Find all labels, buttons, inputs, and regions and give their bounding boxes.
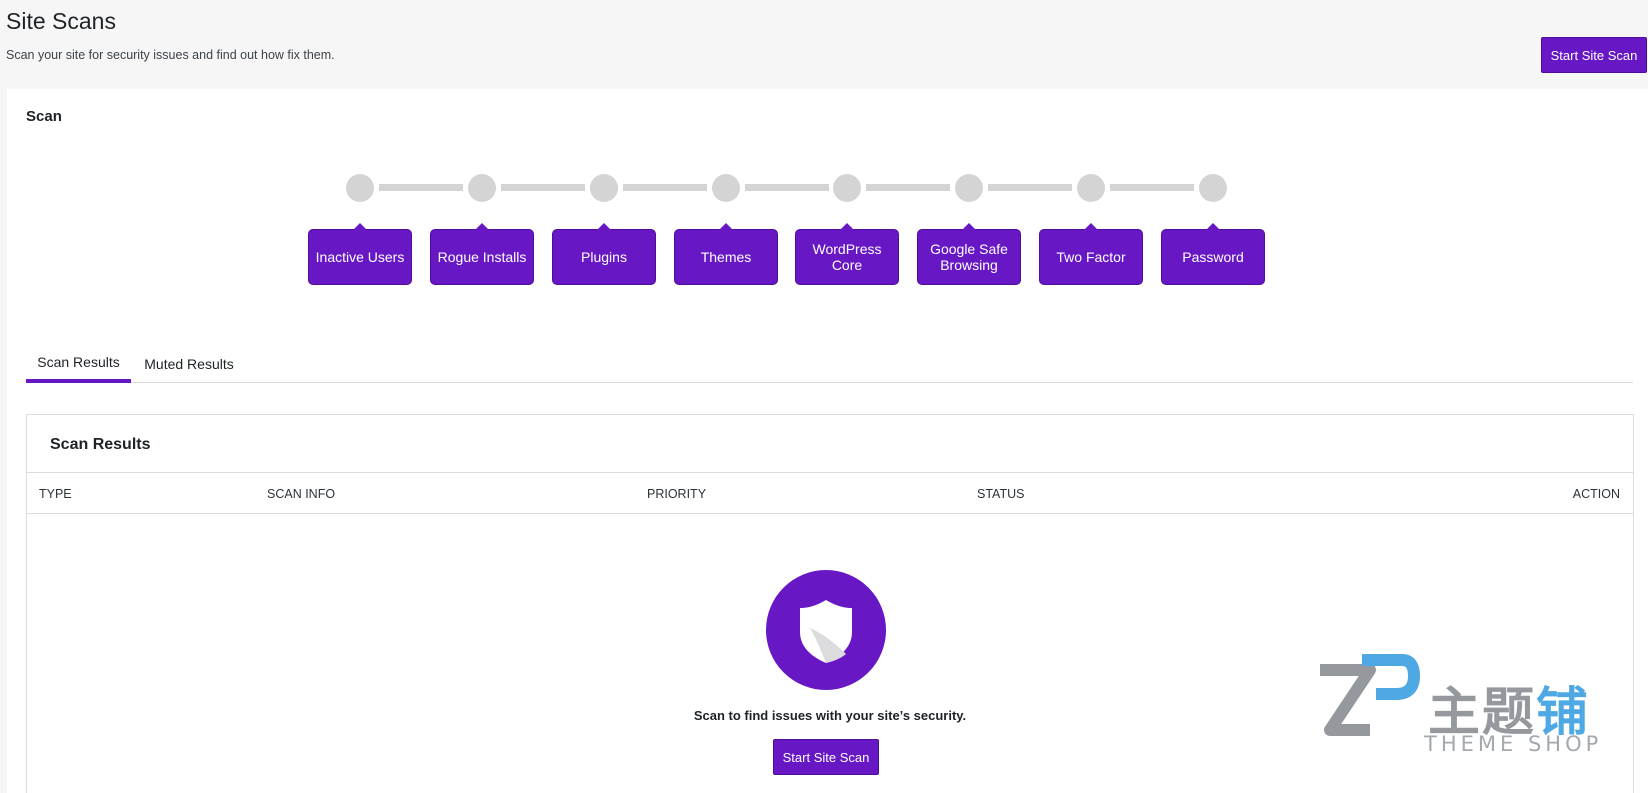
- column-type: TYPE: [39, 487, 72, 501]
- step-connector: [1110, 184, 1194, 191]
- step-two-factor[interactable]: Two Factor: [1039, 223, 1143, 285]
- step-circle-inactive-users: [346, 174, 374, 202]
- results-table-header: TYPE SCAN INFO PRIORITY STATUS ACTION: [27, 472, 1633, 514]
- results-tabs: Scan Results Muted Results: [26, 344, 1633, 383]
- step-connector: [866, 184, 950, 191]
- step-connector: [988, 184, 1072, 191]
- step-circle-google-safe-browsing: [955, 174, 983, 202]
- step-circle-plugins: [590, 174, 618, 202]
- column-status: STATUS: [977, 487, 1025, 501]
- page-subtitle: Scan your site for security issues and f…: [6, 48, 335, 62]
- theme-shop-watermark: 主题铺 THEME SHOP: [1310, 650, 1620, 765]
- watermark-sub-text: THEME SHOP: [1424, 732, 1603, 756]
- watermark-logo-icon: [1320, 654, 1420, 736]
- step-circle-two-factor: [1077, 174, 1105, 202]
- step-rogue-installs[interactable]: Rogue Installs: [430, 223, 534, 285]
- step-google-safe-browsing[interactable]: Google Safe Browsing: [917, 223, 1021, 285]
- column-priority: PRIORITY: [647, 487, 707, 501]
- start-site-scan-button[interactable]: Start Site Scan: [1541, 37, 1647, 73]
- step-connector: [623, 184, 707, 191]
- column-scan-info: SCAN INFO: [267, 487, 336, 501]
- step-wordpress-core[interactable]: WordPress Core: [795, 223, 899, 285]
- page-title: Site Scans: [6, 8, 116, 34]
- step-circle-wordpress-core: [833, 174, 861, 202]
- start-site-scan-button-empty[interactable]: Start Site Scan: [773, 739, 879, 775]
- column-action: ACTION: [1572, 487, 1620, 501]
- step-connector: [379, 184, 463, 191]
- step-connector: [745, 184, 829, 191]
- shield-icon: [766, 570, 886, 690]
- step-connector: [501, 184, 585, 191]
- step-password[interactable]: Password: [1161, 223, 1265, 285]
- scan-results-title: Scan Results: [50, 436, 151, 453]
- step-themes[interactable]: Themes: [674, 223, 778, 285]
- step-circle-password: [1199, 174, 1227, 202]
- step-inactive-users[interactable]: Inactive Users: [308, 223, 412, 285]
- page-header: Site Scans Scan your site for security i…: [0, 0, 1648, 88]
- step-circle-rogue-installs: [468, 174, 496, 202]
- step-plugins[interactable]: Plugins: [552, 223, 656, 285]
- tab-scan-results[interactable]: Scan Results: [26, 344, 131, 383]
- step-circle-themes: [712, 174, 740, 202]
- tab-muted-results[interactable]: Muted Results: [138, 344, 240, 383]
